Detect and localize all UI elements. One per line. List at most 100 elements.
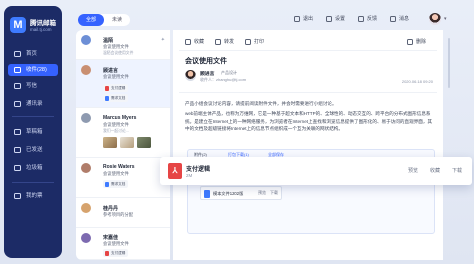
mail-subject-title: 会议使用文件	[185, 58, 227, 65]
attachment-size: 2M	[186, 173, 193, 178]
image-thumbnail[interactable]	[120, 137, 134, 148]
nav-item-trash[interactable]: 垃圾箱	[8, 162, 58, 174]
attachment-name: 支付逻辑	[111, 86, 126, 90]
attachment-name: 支付逻辑	[111, 251, 126, 255]
trash-icon	[407, 39, 413, 45]
messages-button[interactable]: 消息	[390, 15, 409, 24]
avatar	[81, 65, 91, 75]
delete-button[interactable]: 删除	[407, 38, 426, 47]
forward-button[interactable]: 转发	[215, 38, 234, 47]
preview-button[interactable]: 预览	[408, 167, 418, 174]
attachment-chip[interactable]: 支付逻辑	[103, 84, 129, 92]
download-button[interactable]: 下载	[452, 167, 462, 174]
sender-tag: 产品设计	[221, 70, 237, 75]
compose-icon	[14, 83, 21, 89]
list-item[interactable]: 宋嘉佳 会议使用文件 支付逻辑	[76, 228, 170, 260]
list-item[interactable]: Rosie Waters 会议使用文件 需求文档	[76, 158, 170, 198]
feedback-button[interactable]: 反馈	[358, 15, 377, 24]
mail-subject: 会议使用文件	[103, 74, 129, 79]
mail-subject: 会议使用文件	[103, 122, 129, 127]
mail-subject: 会议使用文件	[103, 44, 129, 49]
sender-name: 顾进言	[103, 68, 119, 74]
nav-label: 草稿箱	[26, 129, 43, 135]
favorite-button[interactable]: 收藏	[430, 167, 440, 174]
draft-icon	[14, 129, 21, 135]
sender-name: Rosie Waters	[103, 164, 135, 170]
floating-attachment-card[interactable]: ⅄ 支付逻辑 2M 预览 收藏 下载	[160, 157, 472, 185]
settings-label: 设置	[335, 16, 346, 22]
download-link[interactable]: 下载	[270, 190, 278, 196]
avatar	[185, 70, 196, 81]
filter-tabs: 全部 未读	[78, 14, 130, 26]
reading-pane: 收藏 转发 打印 删除 会议使用文件 顾进言 产品设计 收件人：zhanghu@…	[173, 30, 443, 260]
avatar	[81, 233, 91, 243]
nav-label: 通讯录	[26, 101, 43, 107]
logout-button[interactable]: 退出	[294, 15, 313, 24]
nav-label: 首页	[26, 51, 38, 57]
nav-item-contacts[interactable]: 通讯录	[8, 98, 58, 110]
sent-icon	[14, 147, 21, 153]
attachment-chip[interactable]: 支付逻辑	[103, 249, 129, 257]
nav-item-sent[interactable]: 已发送	[8, 144, 58, 156]
inbox-icon	[14, 67, 21, 73]
list-item[interactable]: 桂丹丹 参考项目的分配	[76, 198, 170, 228]
pdf-icon: ⅄	[168, 163, 182, 179]
sender-name: 宋嘉佳	[103, 235, 119, 241]
print-icon	[245, 39, 251, 45]
sender-name: 顾进言	[200, 72, 215, 77]
nav-item-compose[interactable]: 写信	[8, 80, 58, 92]
pdf-icon	[105, 250, 109, 256]
attachment-name: 支付逻辑	[186, 167, 211, 173]
divider	[179, 92, 437, 93]
preview-link[interactable]: 预览	[258, 190, 266, 196]
chevron-down-icon[interactable]: ▾	[444, 16, 447, 22]
nav-label: 收件(28)	[26, 67, 47, 73]
nav-item-tickets[interactable]: 我的票	[8, 190, 58, 202]
nav-item-home[interactable]: 首页	[8, 48, 58, 60]
avatar	[81, 203, 91, 213]
home-icon	[14, 51, 21, 57]
mail-preview: 我们一起讨论...	[103, 129, 129, 133]
flag-icon[interactable]: ✦	[161, 37, 165, 43]
mail-subject: 会议使用文件	[103, 171, 129, 176]
image-thumbnail[interactable]	[103, 137, 117, 148]
attachment-chip[interactable]: 需求文档	[103, 180, 129, 188]
image-thumbnail[interactable]	[137, 137, 151, 148]
tab-all[interactable]: 全部	[78, 14, 104, 26]
mail-preview: 温陌会议使用文件	[103, 51, 134, 55]
nav-label: 我的票	[26, 193, 43, 199]
brand-logo: M	[10, 17, 26, 33]
favorite-button[interactable]: 收藏	[185, 38, 204, 47]
sidebar: M 腾讯邮箱 mail.tj.com 首页 收件(28) 写信 通讯录 草稿箱 …	[4, 6, 62, 258]
bell-icon	[390, 16, 396, 22]
contacts-icon	[14, 101, 21, 107]
mail-body-intro: 产品小组会议讨论内容，请提前阅读附件文件，并会时需要进行小组讨论。	[185, 101, 337, 106]
brand-domain: mail.tj.com	[30, 27, 52, 32]
nav-item-inbox[interactable]: 收件(28)	[8, 64, 58, 76]
doc-icon	[105, 181, 109, 187]
trash-icon	[14, 165, 21, 171]
settings-button[interactable]: 设置	[326, 15, 345, 24]
pdf-icon	[105, 85, 109, 91]
list-item[interactable]: 顾进言 会议使用文件 支付逻辑 需求文档	[76, 60, 170, 108]
scrollbar[interactable]	[446, 30, 452, 260]
mail-date: 2020.06.18 09:20	[401, 79, 433, 84]
tab-unread[interactable]: 未读	[104, 14, 130, 26]
scrollbar-thumb[interactable]	[448, 38, 450, 88]
sender-name: 温陌	[103, 38, 114, 44]
print-button[interactable]: 打印	[245, 38, 264, 47]
delete-label: 删除	[416, 39, 427, 45]
ticket-icon	[14, 193, 21, 199]
logout-icon	[294, 16, 300, 22]
nav-item-drafts[interactable]: 草稿箱	[8, 126, 58, 138]
attachment-chip[interactable]: 需求文档	[103, 94, 129, 102]
user-avatar[interactable]	[429, 13, 441, 25]
list-item[interactable]: Marcus Myers 会议使用文件 我们一起讨论...	[76, 108, 170, 158]
sender-name: 桂丹丹	[103, 206, 119, 212]
forward-icon	[215, 39, 221, 45]
mail-subject: 参考项目的分配	[103, 212, 134, 217]
sender-name: Marcus Myers	[103, 115, 137, 121]
recipient-line: 收件人：zhanghu@tj.com	[200, 77, 247, 82]
list-item[interactable]: 温陌 会议使用文件 温陌会议使用文件 ✦	[76, 30, 170, 60]
attachment-name: 模本文件1202版	[213, 191, 244, 196]
